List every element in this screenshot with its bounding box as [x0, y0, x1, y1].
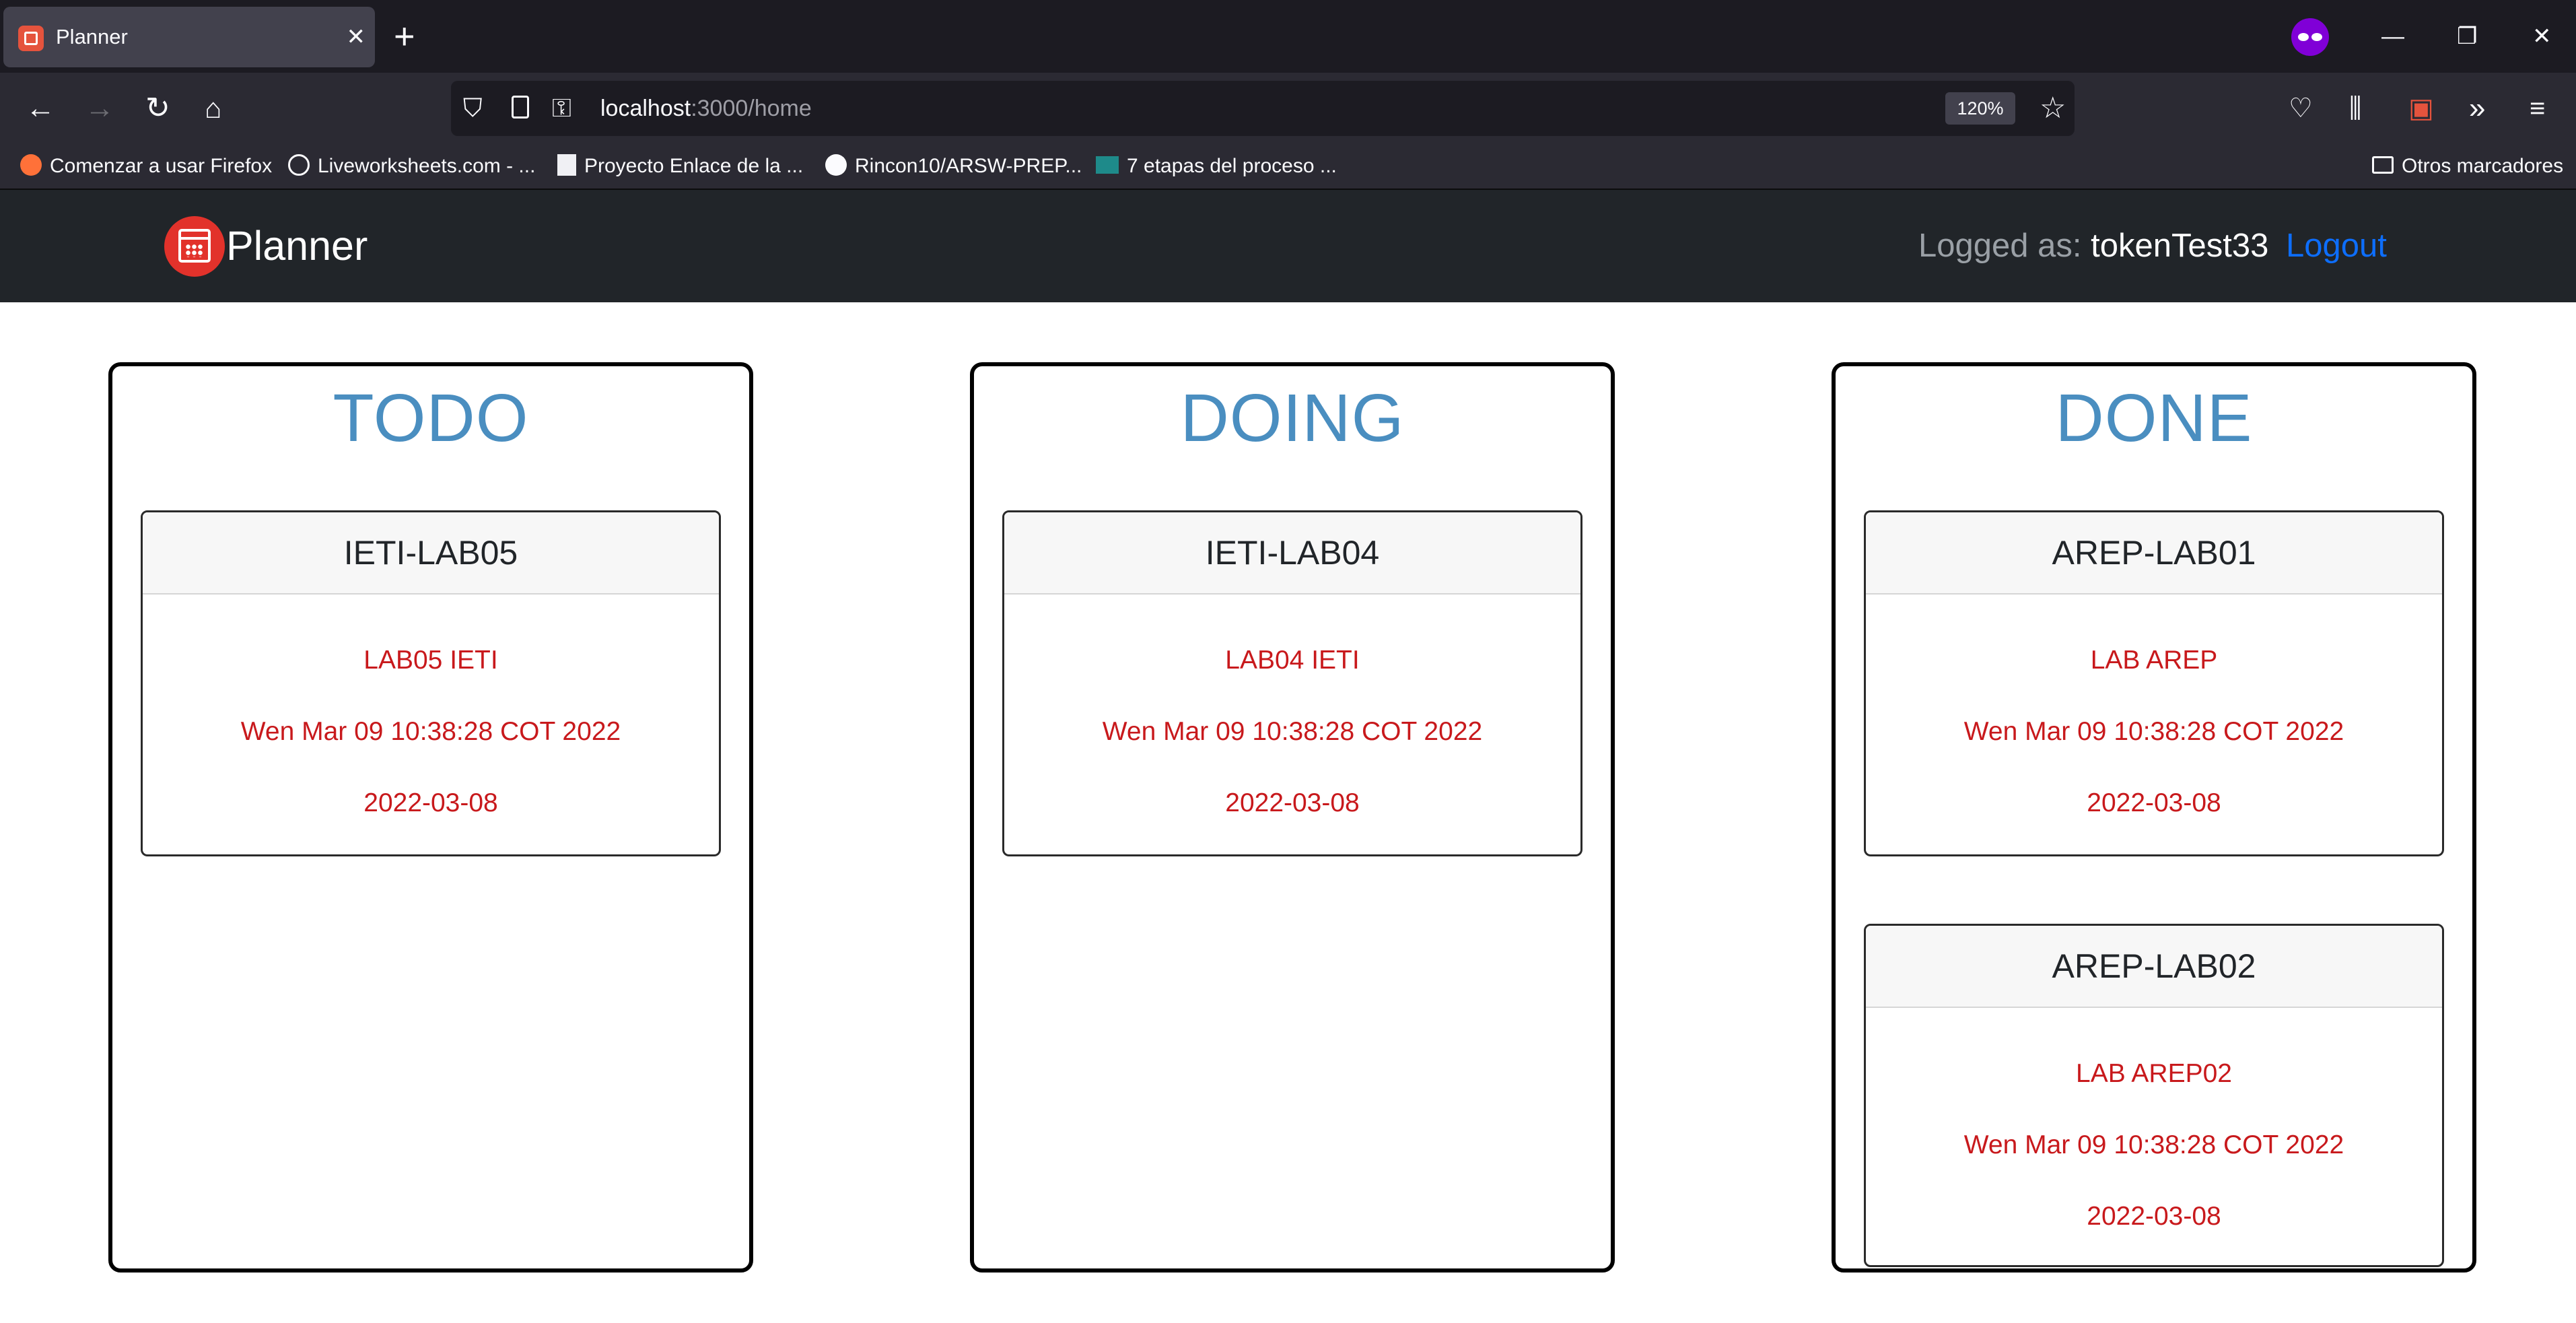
page-icon	[557, 154, 576, 176]
task-card[interactable]: AREP-LAB01 LAB AREP Wen Mar 09 10:38:28 …	[1864, 510, 2444, 856]
private-browsing-icon	[2291, 18, 2329, 56]
reload-icon[interactable]: ↻	[145, 73, 170, 144]
hamburger-menu-icon[interactable]: ≡	[2530, 73, 2545, 144]
bookmark-label: Rincon10/ARSW-PREP...	[855, 155, 1082, 177]
bookmark-label: Proyecto Enlace de la ...	[584, 155, 804, 177]
task-description: LAB AREP02	[2076, 1059, 2232, 1088]
username: tokenTest33	[2091, 228, 2269, 264]
close-tab-icon[interactable]: ✕	[347, 7, 366, 67]
planner-logo-icon	[164, 216, 225, 277]
bookmark-item[interactable]: Rincon10/ARSW-PREP...	[825, 144, 1082, 189]
task-due-date: 2022-03-08	[363, 788, 498, 817]
column-title: DONE	[2055, 380, 2253, 456]
forward-arrow-icon[interactable]: →	[85, 73, 114, 144]
bookmark-item[interactable]: Liveworksheets.com - ...	[288, 144, 535, 189]
home-icon[interactable]: ⌂	[205, 73, 221, 144]
minimize-window-icon[interactable]: —	[2381, 0, 2404, 73]
zz-icon	[1096, 156, 1119, 174]
task-name: AREP-LAB01	[1866, 512, 2442, 595]
other-bookmarks-label: Otros marcadores	[2402, 155, 2564, 177]
task-name: IETI-LAB05	[143, 512, 719, 595]
task-card[interactable]: IETI-LAB05 LAB05 IETI Wen Mar 09 10:38:2…	[141, 510, 721, 856]
app-header: Planner Logged as: tokenTest33 Logout	[0, 190, 2576, 302]
task-description: LAB05 IETI	[363, 646, 498, 675]
bookmark-item[interactable]: Proyecto Enlace de la ...	[557, 144, 803, 189]
key-icon[interactable]: ⚿	[552, 81, 571, 136]
browser-tab-bar: Planner ✕ + — ❐ ✕	[0, 0, 2576, 73]
bookmark-item[interactable]: 7 etapas del proceso ...	[1096, 144, 1337, 189]
logged-label: Logged as:	[1918, 228, 2091, 264]
task-description: LAB AREP	[2090, 646, 2218, 675]
tracking-shield-icon[interactable]: ⛉	[463, 81, 483, 136]
url-text[interactable]: localhost:3000/home	[600, 81, 812, 136]
browser-tab[interactable]: Planner ✕	[3, 7, 375, 67]
tab-title: Planner	[56, 25, 128, 48]
column-title: TODO	[333, 380, 529, 456]
task-created-date: Wen Mar 09 10:38:28 COT 2022	[1963, 717, 2344, 746]
task-name: AREP-LAB02	[1866, 926, 2442, 1008]
extension-icon[interactable]: ▣	[2408, 73, 2434, 144]
task-card[interactable]: IETI-LAB04 LAB04 IETI Wen Mar 09 10:38:2…	[1002, 510, 1582, 856]
column-doing: DOING IETI-LAB04 LAB04 IETI Wen Mar 09 1…	[970, 362, 1615, 1273]
firefox-icon	[20, 154, 42, 176]
calendar-icon	[178, 229, 211, 263]
page-info-icon[interactable]	[512, 96, 529, 118]
bookmarks-bar: Comenzar a usar Firefox Liveworksheets.c…	[0, 144, 2576, 190]
zoom-level-badge[interactable]: 120%	[1945, 92, 2015, 125]
task-created-date: Wen Mar 09 10:38:28 COT 2022	[240, 717, 621, 746]
task-name: IETI-LAB04	[1004, 512, 1580, 595]
bookmark-label: 7 etapas del proceso ...	[1127, 155, 1337, 177]
browser-nav-bar: ← → ↻ ⌂ ⛉ ⚿ localhost:3000/home 120% ☆ ♡…	[0, 73, 2576, 144]
bookmark-star-icon[interactable]: ☆	[2040, 81, 2066, 136]
task-created-date: Wen Mar 09 10:38:28 COT 2022	[1102, 717, 1483, 746]
task-created-date: Wen Mar 09 10:38:28 COT 2022	[1963, 1130, 2344, 1159]
task-card[interactable]: AREP-LAB02 LAB AREP02 Wen Mar 09 10:38:2…	[1864, 924, 2444, 1267]
column-done: DONE AREP-LAB01 LAB AREP Wen Mar 09 10:3…	[1832, 362, 2476, 1273]
task-due-date: 2022-03-08	[2087, 1202, 2221, 1231]
task-due-date: 2022-03-08	[1225, 788, 1360, 817]
logout-link[interactable]: Logout	[2286, 190, 2387, 302]
pocket-icon[interactable]: ♡	[2289, 73, 2313, 144]
back-arrow-icon[interactable]: ←	[26, 73, 55, 144]
column-todo: TODO IETI-LAB05 LAB05 IETI Wen Mar 09 10…	[108, 362, 753, 1273]
brand-name[interactable]: Planner	[226, 190, 368, 302]
other-bookmarks-folder[interactable]: Otros marcadores	[2372, 144, 2563, 189]
task-description: LAB04 IETI	[1225, 646, 1360, 675]
overflow-menu-icon[interactable]: »	[2469, 73, 2485, 144]
url-path: :3000/home	[691, 96, 812, 121]
column-title: DOING	[1180, 380, 1405, 456]
folder-icon	[2372, 156, 2394, 174]
url-host: localhost	[600, 96, 691, 121]
planner-favicon-icon	[18, 26, 44, 51]
bookmark-item[interactable]: Comenzar a usar Firefox	[20, 144, 272, 189]
library-icon[interactable]: ⫼	[2349, 73, 2361, 144]
github-icon	[825, 154, 847, 176]
task-due-date: 2022-03-08	[2087, 788, 2221, 817]
bookmark-label: Comenzar a usar Firefox	[50, 155, 273, 177]
restore-window-icon[interactable]: ❐	[2457, 0, 2477, 73]
globe-icon	[288, 154, 310, 176]
bookmark-label: Liveworksheets.com - ...	[318, 155, 536, 177]
new-tab-button[interactable]: +	[394, 0, 415, 73]
close-window-icon[interactable]: ✕	[2532, 0, 2552, 73]
url-bar[interactable]: ⛉ ⚿ localhost:3000/home 120% ☆	[451, 81, 2075, 136]
logged-in-status: Logged as: tokenTest33	[1918, 190, 2268, 302]
